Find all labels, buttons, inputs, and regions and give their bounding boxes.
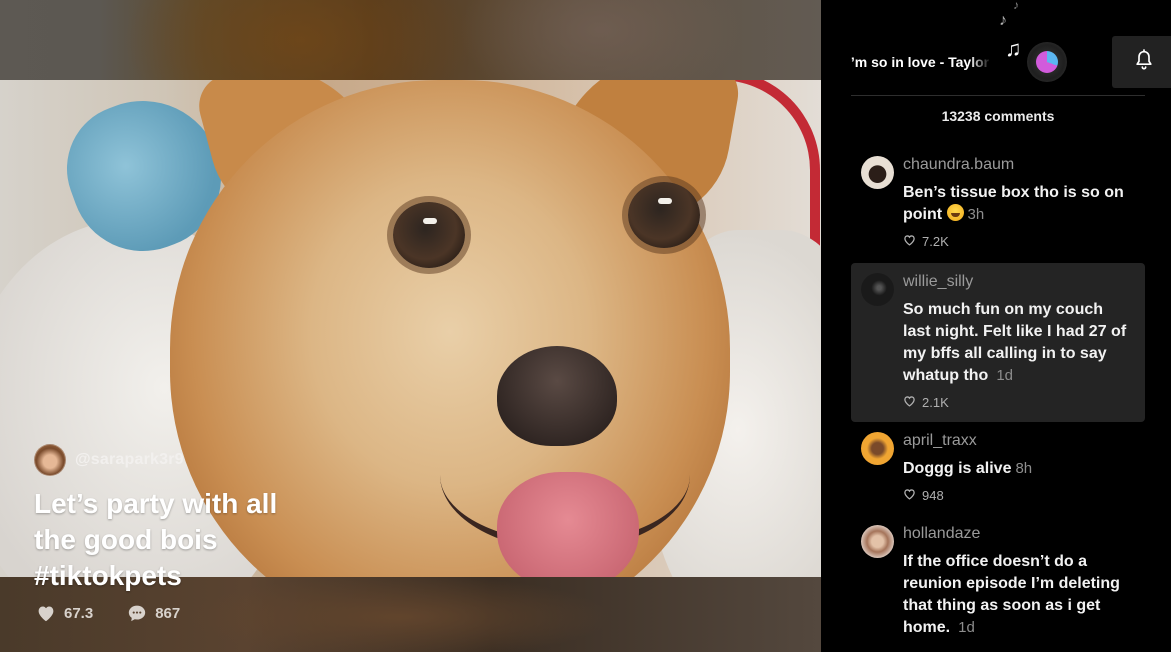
comment-text: So much fun on my couch last night. Felt… xyxy=(903,299,1135,387)
commenter-avatar[interactable] xyxy=(861,432,894,465)
comments-count: 867 xyxy=(155,604,181,622)
comment-item[interactable]: hollandaze If the office doesn’t do a re… xyxy=(851,515,1145,651)
comment-item[interactable]: willie_silly So much fun on my couch las… xyxy=(851,263,1145,422)
comment-username[interactable]: chaundra.baum xyxy=(903,154,1135,176)
laughing-tears-emoji-icon xyxy=(946,204,964,221)
comment-text: Ben’s tissue box tho is so on point 3h xyxy=(903,182,1135,226)
bell-icon xyxy=(1134,48,1154,76)
author-handle[interactable]: @sarapark3r9 xyxy=(75,451,184,469)
dog-eye-left xyxy=(393,202,465,268)
likes-count: 67.3 xyxy=(64,604,94,622)
likes-stat[interactable]: 67.3 xyxy=(36,604,93,622)
disc-cover xyxy=(1036,51,1058,73)
music-disc-icon[interactable] xyxy=(1027,42,1067,82)
heart-icon xyxy=(36,604,56,622)
comment-like-count: 7.2K xyxy=(922,234,949,249)
music-row: I’m so in love - Taylor ♪ ♪ ♫ xyxy=(851,0,1171,88)
comments-stat[interactable]: 867 xyxy=(127,604,180,622)
comment-username[interactable]: hollandaze xyxy=(903,523,1135,545)
comment-body: So much fun on my couch last night. Felt… xyxy=(903,301,1127,384)
comment-text: If the office doesn’t do a reunion episo… xyxy=(903,551,1135,639)
comment-like-count: 948 xyxy=(922,488,944,503)
heart-outline-icon xyxy=(903,488,916,503)
comment-likes[interactable]: 7.2K xyxy=(903,234,1135,249)
comment-likes[interactable]: 948 xyxy=(903,488,1135,503)
comment-time: 3h xyxy=(967,206,985,223)
comment-body: Ben’s tissue box tho is so on point xyxy=(903,184,1124,223)
comment-bubble-icon xyxy=(127,604,147,622)
header-divider xyxy=(851,95,1145,96)
comment-time: 1d xyxy=(996,367,1013,384)
dog-tongue xyxy=(497,472,639,577)
author-avatar[interactable] xyxy=(34,444,66,476)
video-stats: 67.3 867 xyxy=(36,604,214,622)
dog-eye-right xyxy=(628,182,700,248)
comment-item[interactable]: chaundra.baum Ben’s tissue box tho is so… xyxy=(851,146,1145,261)
commenter-avatar[interactable] xyxy=(861,525,894,558)
commenter-avatar[interactable] xyxy=(861,156,894,189)
comment-username[interactable]: willie_silly xyxy=(903,271,1135,293)
comments-panel: I’m so in love - Taylor ♪ ♪ ♫ 13238 comm… xyxy=(821,0,1171,652)
comment-time: 8h xyxy=(1015,460,1033,477)
video-author[interactable]: @sarapark3r9 xyxy=(34,444,184,476)
notifications-button[interactable] xyxy=(1112,36,1171,88)
comment-like-count: 2.1K xyxy=(922,395,949,410)
comment-body: If the office doesn’t do a reunion episo… xyxy=(903,553,1120,636)
video-caption: Let’s party with all the good bois #tikt… xyxy=(34,488,278,591)
comment-likes[interactable]: 2.1K xyxy=(903,395,1135,410)
comment-item[interactable]: april_traxx Doggg is alive 8h 948 xyxy=(851,422,1145,515)
commenter-avatar[interactable] xyxy=(861,273,894,306)
comment-count: 13238 comments xyxy=(941,108,1055,124)
comment-list[interactable]: chaundra.baum Ben’s tissue box tho is so… xyxy=(851,146,1145,651)
comment-username[interactable]: april_traxx xyxy=(903,430,1135,452)
dog-nose xyxy=(497,346,617,446)
comment-body: Doggg is alive xyxy=(903,460,1012,477)
heart-outline-icon xyxy=(903,395,916,410)
comment-text: Doggg is alive 8h xyxy=(903,458,1135,480)
comment-time: 1d xyxy=(958,619,975,636)
music-notes-icon: ♪ ♪ ♫ xyxy=(999,0,1022,61)
song-title-text: I’m so in love - Taylor xyxy=(851,54,990,70)
song-title[interactable]: I’m so in love - Taylor xyxy=(851,54,991,70)
heart-outline-icon xyxy=(903,234,916,249)
video-player[interactable]: @sarapark3r9 Let’s party with all the go… xyxy=(0,0,821,652)
